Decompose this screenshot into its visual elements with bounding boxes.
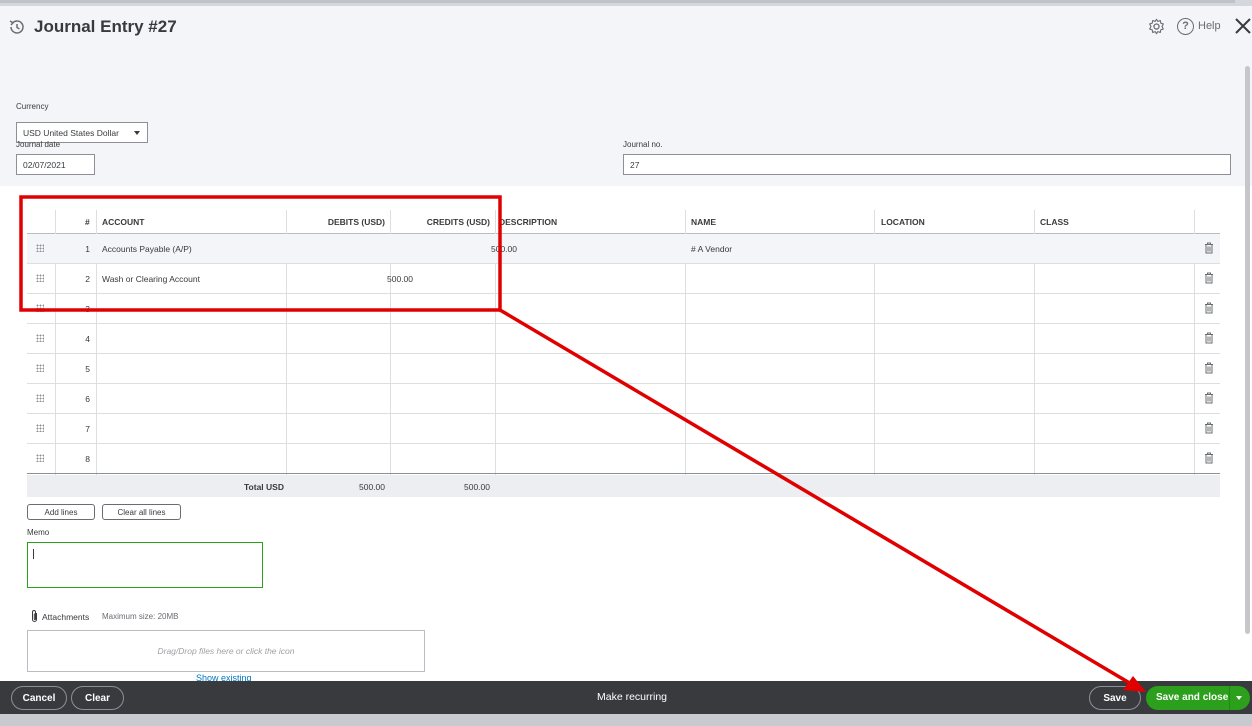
journal-date-label: Journal date <box>16 140 61 149</box>
trash-icon[interactable] <box>1204 332 1214 344</box>
gear-icon[interactable] <box>1148 18 1165 35</box>
table-row[interactable]: 1 Accounts Payable (A/P) 500.00 # A Vend… <box>27 234 1220 264</box>
row-number: 1 <box>85 244 90 254</box>
col-header-description: DESCRIPTION <box>499 217 558 227</box>
table-header-row: # ACCOUNT DEBITS (USD) CREDITS (USD) DES… <box>27 210 1220 234</box>
currency-label: Currency <box>16 102 49 111</box>
row-number: 4 <box>85 334 90 344</box>
account-cell[interactable]: Accounts Payable (A/P) <box>102 244 192 254</box>
table-row[interactable]: 4 <box>27 324 1220 354</box>
drag-handle-icon[interactable] <box>36 424 44 432</box>
debit-cell[interactable]: 500.00 <box>387 274 413 284</box>
name-cell[interactable]: # A Vendor <box>691 244 732 254</box>
clear-all-lines-button[interactable]: Clear all lines <box>102 504 181 520</box>
credit-cell[interactable]: 500.00 <box>491 244 517 254</box>
table-row[interactable]: 7 <box>27 414 1220 444</box>
row-number: 6 <box>85 394 90 404</box>
currency-value: USD United States Dollar <box>23 128 119 138</box>
account-cell[interactable]: Wash or Clearing Account <box>102 274 200 284</box>
col-header-account: ACCOUNT <box>102 217 145 227</box>
col-header-location: LOCATION <box>881 217 925 227</box>
trash-icon[interactable] <box>1204 452 1214 464</box>
trash-icon[interactable] <box>1204 392 1214 404</box>
memo-label: Memo <box>27 528 50 537</box>
col-header-num: # <box>85 217 90 227</box>
header-area: Journal Entry #27 ? Help Currency USD Un… <box>0 6 1252 186</box>
drag-handle-icon[interactable] <box>36 244 44 252</box>
top-strip-line <box>0 0 1235 3</box>
chevron-down-icon[interactable] <box>1236 696 1242 700</box>
paperclip-icon[interactable] <box>30 609 39 623</box>
col-header-name: NAME <box>691 217 717 227</box>
journal-no-label: Journal no. <box>623 140 663 149</box>
table-row[interactable]: 2 Wash or Clearing Account 500.00 <box>27 264 1220 294</box>
make-recurring-link[interactable]: Make recurring <box>597 691 667 703</box>
journal-lines-table: # ACCOUNT DEBITS (USD) CREDITS (USD) DES… <box>27 210 1220 475</box>
save-button[interactable]: Save <box>1089 686 1141 710</box>
col-header-credits: CREDITS (USD) <box>426 217 490 227</box>
table-row[interactable]: 8 <box>27 444 1220 474</box>
footer-bar: Cancel Clear Make recurring Save Save an… <box>0 681 1252 714</box>
attachments-label: Attachments <box>42 612 90 622</box>
page-title: Journal Entry #27 <box>34 17 177 36</box>
trash-icon[interactable] <box>1204 362 1214 374</box>
drag-handle-icon[interactable] <box>36 394 44 402</box>
attachments-dropzone[interactable]: Drag/Drop files here or click the icon <box>27 630 425 672</box>
help-button[interactable]: ? Help <box>1177 17 1221 35</box>
table-row[interactable]: 3 <box>27 294 1220 324</box>
total-label: Total USD <box>244 482 284 492</box>
trash-icon[interactable] <box>1204 422 1214 434</box>
history-icon[interactable] <box>8 18 26 36</box>
table-row[interactable]: 6 <box>27 384 1220 414</box>
bottom-strip <box>0 714 1252 726</box>
drag-handle-icon[interactable] <box>36 334 44 342</box>
cancel-button[interactable]: Cancel <box>11 686 67 710</box>
col-header-class: CLASS <box>1040 217 1069 227</box>
col-header-debits: DEBITS (USD) <box>327 217 385 227</box>
trash-icon[interactable] <box>1204 302 1214 314</box>
clear-button[interactable]: Clear <box>71 686 124 710</box>
dropzone-text: Drag/Drop files here or click the icon <box>157 646 295 656</box>
totals-row: Total USD 500.00 500.00 <box>27 475 1220 497</box>
row-number: 7 <box>85 424 90 434</box>
split-divider <box>1229 686 1230 710</box>
drag-handle-icon[interactable] <box>36 454 44 462</box>
row-number: 2 <box>85 274 90 284</box>
text-cursor <box>33 549 34 559</box>
row-number: 3 <box>85 304 90 314</box>
row-number: 5 <box>85 364 90 374</box>
help-label: Help <box>1198 20 1221 32</box>
journal-date-value: 02/07/2021 <box>23 160 66 170</box>
drag-handle-icon[interactable] <box>36 274 44 282</box>
trash-icon[interactable] <box>1204 272 1214 284</box>
table-row[interactable]: 5 <box>27 354 1220 384</box>
drag-handle-icon[interactable] <box>36 364 44 372</box>
trash-icon[interactable] <box>1204 242 1214 254</box>
row-number: 8 <box>85 454 90 464</box>
journal-no-field[interactable]: 27 <box>623 154 1231 175</box>
journal-no-value: 27 <box>630 160 640 170</box>
save-and-close-label: Save and close <box>1156 692 1229 703</box>
drag-handle-icon[interactable] <box>36 304 44 312</box>
total-credits: 500.00 <box>464 482 490 492</box>
chevron-down-icon <box>134 131 140 135</box>
memo-textarea[interactable] <box>27 542 263 588</box>
help-icon: ? <box>1177 17 1194 35</box>
vertical-scrollbar[interactable] <box>1245 66 1250 634</box>
total-debits: 500.00 <box>359 482 385 492</box>
add-lines-button[interactable]: Add lines <box>27 504 95 520</box>
save-and-close-button[interactable]: Save and close <box>1146 686 1250 710</box>
journal-date-field[interactable]: 02/07/2021 <box>16 154 95 175</box>
attachments-max-size: Maximum size: 20MB <box>102 612 179 621</box>
close-icon[interactable] <box>1234 17 1252 35</box>
